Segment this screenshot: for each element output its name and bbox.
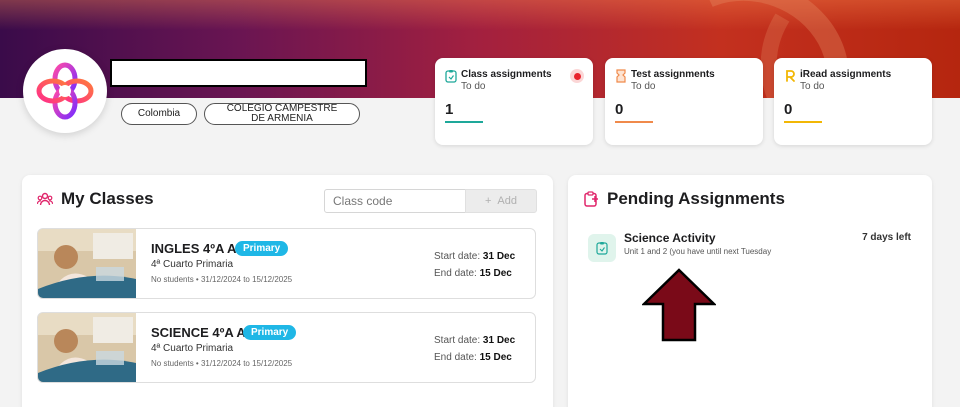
start-date: 31 Dec	[482, 335, 516, 346]
group-icon	[37, 192, 53, 206]
start-date: 31 Dec	[482, 251, 516, 262]
school-chip: COLEGIO CAMPESTRE DE ARMENIA	[204, 103, 360, 125]
class-dates: Start date: 31 Dec End date: 15 Dec	[434, 332, 515, 366]
class-grade: 4ª Cuarto Primaria	[151, 343, 234, 354]
end-date: 15 Dec	[479, 268, 512, 279]
end-date: 15 Dec	[479, 352, 512, 363]
clipboard-icon	[584, 191, 598, 207]
class-dates: Start date: 31 Dec End date: 15 Dec	[434, 248, 515, 282]
class-assignments-card[interactable]: Class assignments To do 1	[435, 58, 593, 145]
pending-assignments-panel: Pending Assignments Science Activity Uni…	[568, 175, 932, 407]
start-date-label: Start date:	[434, 251, 481, 262]
stat-title: Class assignments	[461, 69, 552, 80]
stat-count: 0	[615, 101, 624, 118]
assignment-icon	[588, 234, 616, 262]
assignment-due: 7 days left	[862, 232, 911, 243]
end-date-label: End date:	[434, 352, 477, 363]
stat-count: 0	[784, 101, 793, 118]
stat-title: iRead assignments	[800, 69, 892, 80]
plus-icon: +	[484, 195, 492, 207]
class-card[interactable]: INGLES 4ºA A Primary 4ª Cuarto Primaria …	[37, 228, 536, 299]
avatar[interactable]	[23, 49, 107, 133]
class-card[interactable]: SCIENCE 4ºA A Primary 4ª Cuarto Primaria…	[37, 312, 536, 383]
class-thumbnail	[38, 229, 136, 298]
stat-count: 1	[445, 101, 454, 118]
class-meta: No students • 31/12/2024 to 15/12/2025	[151, 359, 293, 368]
add-label: Add	[497, 195, 517, 207]
level-badge: Primary	[235, 241, 289, 256]
teacher-name-field	[110, 59, 367, 87]
stat-underline	[784, 121, 822, 123]
clipboard-icon	[445, 70, 457, 83]
flower-logo-icon	[36, 62, 94, 120]
class-code-input[interactable]	[324, 189, 466, 213]
notification-dot-icon	[570, 69, 584, 83]
stat-subtitle: To do	[461, 81, 486, 92]
assignment-description: Unit 1 and 2 (you have until next Tuesda…	[624, 247, 772, 256]
country-chip: Colombia	[121, 103, 197, 125]
iread-icon	[786, 70, 795, 82]
add-class-button[interactable]: + Add	[465, 189, 537, 213]
pending-assignments-title: Pending Assignments	[607, 189, 785, 208]
test-icon	[616, 69, 626, 83]
stat-subtitle: To do	[800, 81, 825, 92]
annotation-arrow-icon	[642, 268, 716, 342]
test-assignments-card[interactable]: Test assignments To do 0	[605, 58, 763, 145]
my-classes-title: My Classes	[61, 189, 154, 208]
stat-underline	[615, 121, 653, 123]
stat-title: Test assignments	[631, 69, 715, 80]
class-name: INGLES 4ºA A	[151, 241, 237, 256]
stat-subtitle: To do	[631, 81, 656, 92]
level-badge: Primary	[243, 325, 297, 340]
class-meta: No students • 31/12/2024 to 15/12/2025	[151, 275, 293, 284]
class-thumbnail	[38, 313, 136, 382]
class-grade: 4ª Cuarto Primaria	[151, 259, 234, 270]
class-name: SCIENCE 4ºA A	[151, 325, 246, 340]
start-date-label: Start date:	[434, 335, 481, 346]
end-date-label: End date:	[434, 268, 477, 279]
stat-underline	[445, 121, 483, 123]
assignment-title: Science Activity	[624, 231, 716, 245]
iread-assignments-card[interactable]: iRead assignments To do 0	[774, 58, 932, 145]
my-classes-panel: My Classes + Add INGLES 4ºA A Primary 4ª…	[22, 175, 553, 407]
